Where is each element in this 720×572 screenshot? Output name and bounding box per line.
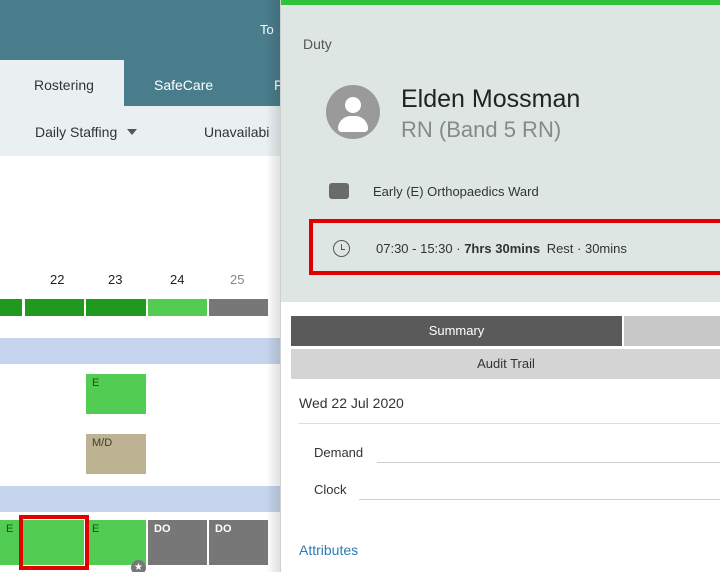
day-header: 24	[170, 272, 185, 287]
ward-label: Early (E) Orthopaedics Ward	[373, 184, 539, 199]
clock-icon	[333, 240, 350, 257]
shift-duration: 7hrs 30mins	[464, 241, 541, 256]
staff-grade: RN (Band 5 RN)	[401, 117, 562, 142]
chevron-down-icon	[127, 129, 138, 135]
sub-navigation: Daily Staffing Unavailabi	[0, 106, 290, 156]
shift-time-range: 07:30 - 15:30 ·	[376, 241, 461, 256]
day-header: 25	[230, 272, 245, 287]
unavailability-link[interactable]: Unavailabi	[204, 124, 269, 140]
clock-field[interactable]	[359, 499, 720, 500]
person-icon	[345, 97, 361, 113]
clock-label: Clock	[314, 482, 347, 497]
star-icon: ★	[131, 560, 146, 572]
divider	[299, 423, 720, 424]
shift-time-text: 07:30 - 15:30 · 7hrs 30mins Rest · 30min…	[376, 241, 627, 256]
coverage-cell	[148, 299, 207, 316]
shift-rest: Rest · 30mins	[546, 241, 627, 256]
ward-color-icon	[329, 183, 349, 199]
shift-cell-md[interactable]: M/D	[86, 434, 146, 474]
duty-header: Duty Elden Mossman RN (Band 5 RN) Early …	[281, 5, 720, 302]
demand-label: Demand	[314, 445, 364, 460]
roster-group-band	[0, 486, 290, 512]
panel-shadow	[266, 0, 280, 572]
attributes-section-link[interactable]: Attributes	[299, 542, 358, 558]
roster-group-band	[0, 338, 290, 364]
duty-date: Wed 22 Jul 2020	[299, 395, 404, 411]
tab-audit-trail[interactable]: Audit Trail	[291, 349, 720, 379]
shift-cell-early[interactable]: E	[86, 374, 146, 414]
coverage-cell	[25, 299, 84, 316]
avatar	[326, 85, 380, 139]
demand-field[interactable]	[377, 462, 720, 463]
tab-safecare[interactable]: SafeCare	[124, 60, 242, 106]
shift-cell-day-off[interactable]: DO	[148, 520, 207, 565]
coverage-cell	[209, 299, 268, 316]
shift-cell-day-off[interactable]: DO	[209, 520, 268, 565]
daily-staffing-label: Daily Staffing	[35, 124, 118, 140]
app-header: To	[0, 0, 290, 60]
day-header: 23	[108, 272, 123, 287]
coverage-cell	[86, 299, 146, 316]
shift-cell-early[interactable]: E	[86, 520, 146, 565]
daily-staffing-dropdown[interactable]: Daily Staffing	[35, 124, 138, 140]
main-tabs: Rostering SafeCare F	[0, 60, 290, 106]
tab-summary[interactable]: Summary	[291, 316, 622, 346]
highlight-box-selected-shift	[19, 515, 89, 570]
panel-title: Duty	[303, 36, 332, 52]
tab-rostering[interactable]: Rostering	[0, 60, 124, 106]
staff-name: Elden Mossman	[401, 85, 581, 113]
shift-time-row: 07:30 - 15:30 · 7hrs 30mins Rest · 30min…	[309, 219, 720, 275]
duty-panel: Duty Elden Mossman RN (Band 5 RN) Early …	[280, 0, 720, 572]
day-header: 22	[50, 272, 65, 287]
tab-partial[interactable]	[624, 316, 720, 346]
coverage-cell	[0, 299, 22, 316]
